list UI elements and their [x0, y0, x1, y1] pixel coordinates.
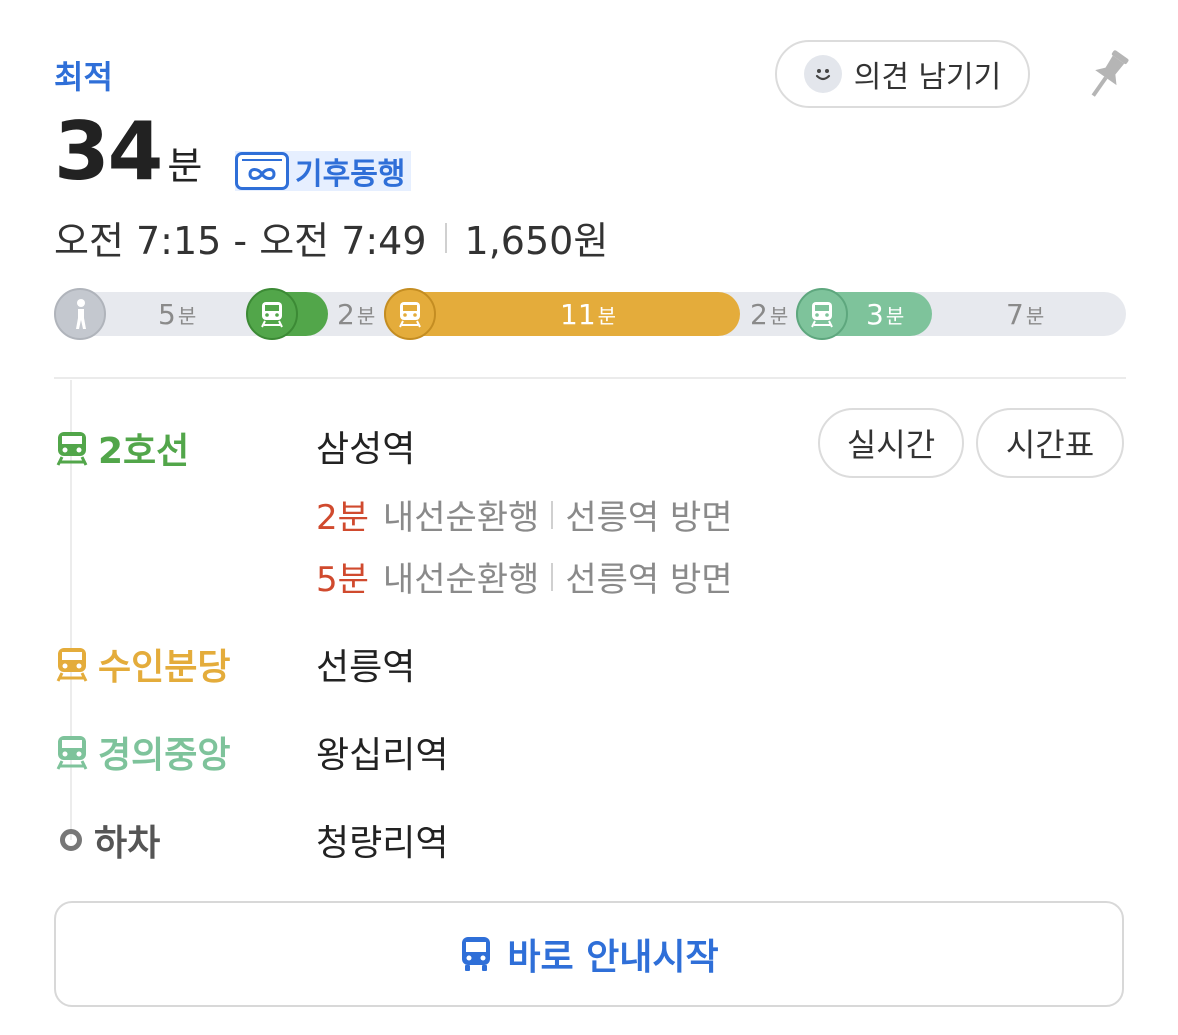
walk-icon	[54, 288, 106, 340]
feedback-button[interactable]: 의견 남기기	[775, 40, 1030, 108]
subway-icon	[56, 736, 88, 770]
step-alight: 하차	[52, 814, 160, 866]
station-name[interactable]: 삼성역	[316, 420, 415, 472]
duration-number: 34	[54, 105, 163, 198]
best-route-label: 최적	[54, 58, 113, 96]
alight-label: 하차	[94, 823, 161, 864]
subway-icon	[56, 432, 88, 466]
duration-unit: 분	[167, 144, 203, 188]
segment-transfer-time: 2분	[750, 297, 789, 331]
step-suin-bundang: 수인분당	[52, 638, 230, 690]
line-name: 경의중앙	[98, 735, 231, 776]
alight-dot-icon	[60, 829, 82, 851]
smile-icon	[803, 55, 842, 93]
subway-icon-gyeongui	[796, 288, 848, 340]
step-line-2: 2호선	[52, 422, 189, 474]
line-name: 수인분당	[98, 647, 231, 688]
subway-icon	[56, 648, 88, 682]
timetable-button[interactable]: 시간표	[976, 408, 1124, 478]
subway-icon-line2	[246, 288, 298, 340]
separator	[444, 222, 447, 253]
arrival-info: 2분 내선순환행 선릉역 방면	[316, 498, 733, 538]
line-name: 2호선	[98, 431, 190, 472]
segment-suin-time: 11 분	[560, 297, 617, 331]
segment-line2-time: 2분	[337, 297, 376, 331]
start-navigation-button[interactable]: 바로 안내시작	[54, 901, 1124, 1007]
divider	[54, 377, 1126, 379]
pin-icon[interactable]	[1080, 46, 1134, 106]
segment-walk2-time: 7분	[1006, 297, 1045, 331]
station-name[interactable]: 청량리역	[316, 814, 448, 866]
total-duration: 34 분	[54, 112, 202, 192]
fare: 1,650원	[464, 219, 609, 263]
arrival-info: 5분 내선순환행 선릉역 방면	[316, 560, 733, 600]
bus-icon	[462, 937, 491, 971]
station-name[interactable]: 선릉역	[316, 638, 415, 690]
climate-label: 기후동행	[295, 157, 406, 192]
start-navigation-label: 바로 안내시작	[507, 937, 719, 978]
infinity-card-icon	[235, 152, 289, 190]
climate-card-badge: 기후동행	[235, 151, 412, 192]
subway-icon-suin-bundang	[384, 288, 436, 340]
realtime-button[interactable]: 실시간	[818, 408, 964, 478]
segment-walk-time: 5분	[158, 297, 197, 331]
step-gyeongui-jungang: 경의중앙	[52, 726, 230, 778]
feedback-label: 의견 남기기	[853, 60, 1002, 95]
station-name[interactable]: 왕십리역	[316, 726, 448, 778]
time-fare-row: 오전 7:15 - 오전 7:49 1,650원	[54, 210, 608, 265]
segment-gyeongui-time: 3분	[866, 297, 905, 331]
time-range: 오전 7:15 - 오전 7:49	[54, 219, 427, 263]
